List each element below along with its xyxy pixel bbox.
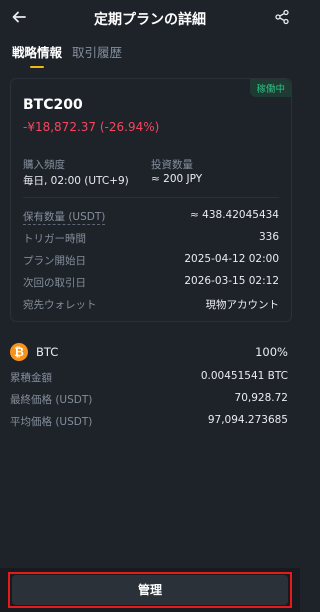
asset-row-value: 70,928.72 — [234, 392, 288, 404]
detail-label[interactable]: 保有数量 (USDT) — [23, 209, 106, 225]
tab-strategy-info[interactable]: 戦略情報 — [12, 42, 62, 68]
tab-trade-history[interactable]: 取引履歴 — [72, 42, 122, 68]
detail-value: 336 — [258, 231, 279, 243]
investment-amount-label: 投資数量 — [151, 159, 193, 171]
divider — [23, 197, 279, 198]
asset-header: ₿ BTC 100% — [10, 342, 288, 362]
asset-row: 最終価格 (USDT) 70,928.72 — [10, 392, 288, 406]
strategy-card: 稼働中 BTC200 -¥18,872.37 (-26.94%) 購入頻度 毎日… — [10, 78, 292, 322]
strategy-name: BTC200 — [23, 97, 83, 113]
asset-row-value: 97,094.273685 — [207, 414, 288, 426]
status-badge: 稼働中 — [250, 79, 291, 97]
detail-label: トリガー時間 — [23, 233, 86, 245]
detail-label: 次回の取引日 — [23, 277, 86, 289]
detail-label: プラン開始日 — [23, 255, 86, 267]
detail-row: プラン開始日 2025-04-12 02:00 — [23, 253, 279, 267]
purchase-frequency-value: 毎日, 02:00 (UTC+9) — [23, 175, 129, 187]
detail-value: ≈ 438.42045434 — [190, 209, 279, 221]
detail-value: 2026-03-15 02:12 — [184, 275, 279, 287]
detail-value: 現物アカウント — [205, 299, 280, 311]
bitcoin-icon: ₿ — [10, 343, 28, 361]
detail-row: トリガー時間 336 — [23, 231, 279, 245]
asset-name: BTC — [36, 345, 59, 359]
detail-row: 次回の取引日 2026-03-15 02:12 — [23, 275, 279, 289]
tab-bar: 戦略情報 取引履歴 — [12, 42, 122, 68]
detail-label: 宛先ウォレット — [23, 299, 97, 311]
detail-value: 2025-04-12 02:00 — [184, 253, 279, 265]
asset-row: 平均価格 (USDT) 97,094.273685 — [10, 414, 288, 428]
header: 定期プランの詳細 — [0, 0, 300, 36]
asset-row-value: 0.00451541 BTC — [200, 370, 288, 382]
asset-percent: 100% — [255, 345, 288, 359]
manage-button[interactable]: 管理 — [12, 575, 288, 605]
asset-row: 累積金額 0.00451541 BTC — [10, 370, 288, 384]
detail-row: 保有数量 (USDT) ≈ 438.42045434 — [23, 209, 279, 225]
purchase-frequency-label: 購入頻度 — [23, 159, 65, 171]
share-icon[interactable] — [274, 9, 290, 25]
asset-row-label: 平均価格 (USDT) — [10, 416, 93, 428]
asset-row-label: 累積金額 — [10, 372, 52, 384]
pnl-value: -¥18,872.37 (-26.94%) — [23, 120, 160, 134]
investment-amount-value: ≈ 200 JPY — [151, 173, 203, 185]
page-title: 定期プランの詳細 — [94, 12, 206, 28]
asset-row-label: 最終価格 (USDT) — [10, 394, 93, 406]
detail-row: 宛先ウォレット 現物アカウント — [23, 297, 279, 311]
